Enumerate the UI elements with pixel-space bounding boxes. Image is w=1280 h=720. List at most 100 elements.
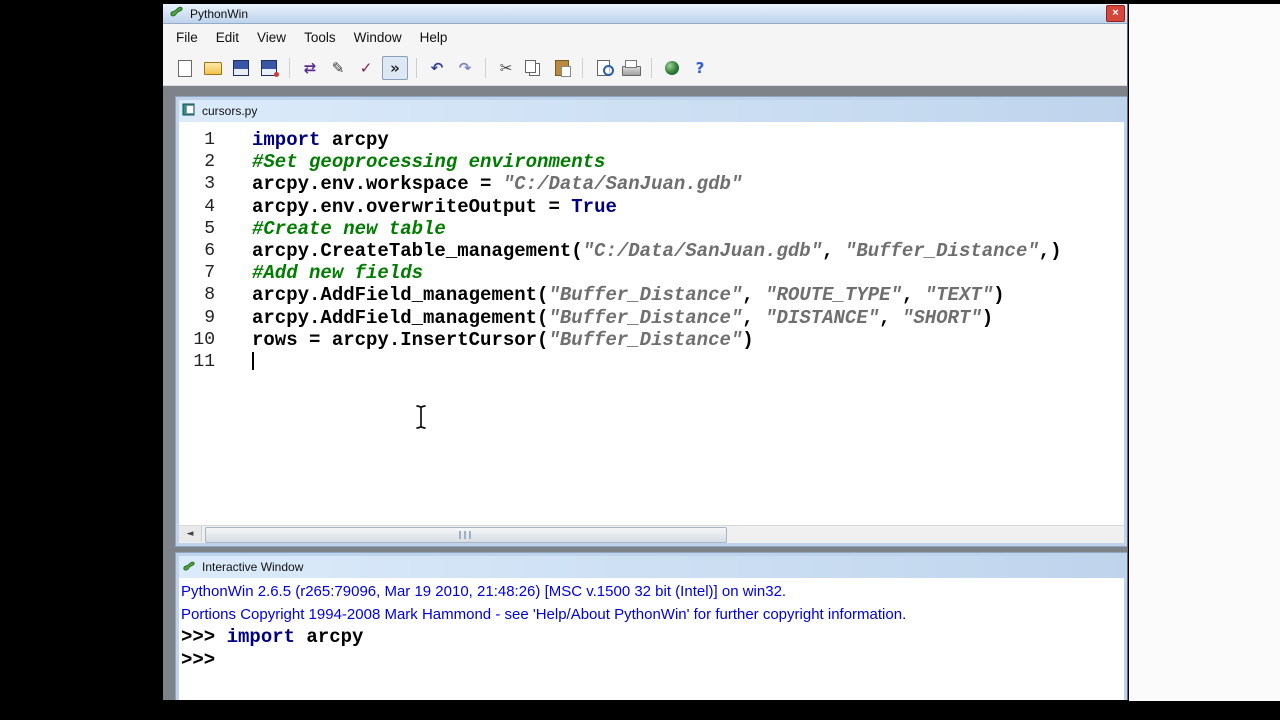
- code-token: True: [571, 195, 617, 218]
- paste-icon[interactable]: [550, 57, 574, 79]
- menu-item-tools[interactable]: Tools: [295, 26, 345, 49]
- toolbar: ⇄ ✎ ✓» ↶ ↷ ✂?: [163, 51, 1127, 86]
- save-icon[interactable]: [229, 57, 253, 79]
- document-icon: [182, 103, 196, 119]
- save-all-icon[interactable]: [257, 57, 281, 79]
- scroll-left-button[interactable]: ◄: [179, 526, 202, 542]
- code-text: arcpy.CreateTable_management("C:/Data/Sa…: [252, 240, 1062, 262]
- menu-item-help[interactable]: Help: [411, 26, 457, 49]
- mdi-area: cursors.py 1 import arcpy 2 #Set geoprocess…: [163, 86, 1127, 700]
- code-token: "Buffer_Distance": [844, 239, 1039, 262]
- code-token: arcpy.AddField_management(: [252, 306, 549, 329]
- code-token: ,: [742, 284, 766, 307]
- open-file-icon[interactable]: [201, 57, 225, 79]
- editor-window[interactable]: cursors.py 1 import arcpy 2 #Set geoprocess…: [176, 97, 1127, 546]
- code-token: arcpy.env.overwriteOutput =: [252, 195, 572, 218]
- code-line[interactable]: 7 #Add new fields: [179, 262, 1124, 284]
- code-line[interactable]: 1 import arcpy: [179, 129, 1124, 151]
- code-line[interactable]: 2 #Set geoprocessing environments: [179, 151, 1124, 173]
- new-file-icon[interactable]: [173, 57, 197, 79]
- prompt-line: >>> import arcpy: [181, 626, 1124, 649]
- horizontal-scrollbar[interactable]: ◄: [179, 525, 1124, 543]
- code-token: ): [981, 306, 994, 329]
- line-number: 4: [204, 196, 215, 217]
- menu-bar: File Edit View Tools Window Help: [163, 24, 1127, 51]
- left-arrow-icon: ◄: [186, 529, 194, 539]
- code-line[interactable]: 5 #Create new table: [179, 218, 1124, 240]
- text-caret: [252, 351, 254, 370]
- code-area[interactable]: 1 import arcpy 2 #Set geoprocessing environ…: [179, 122, 1124, 526]
- ibeam-cursor-icon: [414, 404, 428, 435]
- pythonwin-window: PythonWin × File Edit View Tools Window Help …: [163, 4, 1128, 700]
- web-help-icon[interactable]: [660, 57, 684, 79]
- code-line[interactable]: 10 rows = arcpy.InsertCursor("Buffer_Dist…: [179, 329, 1124, 351]
- line-number: 2: [204, 152, 215, 173]
- run-script-icon[interactable]: ✎: [326, 57, 350, 79]
- code-token: #Set geoprocessing environments: [252, 151, 606, 174]
- menu-item-file[interactable]: File: [167, 26, 207, 49]
- help-icon[interactable]: ?: [688, 57, 712, 79]
- interactive-title: Interactive Window: [202, 560, 304, 574]
- code-token: rows = arcpy.InsertCursor(: [252, 328, 549, 351]
- banner-line: PythonWin 2.6.5 (r265:79096, Mar 19 2010…: [181, 581, 1124, 604]
- code-line[interactable]: 4 arcpy.env.overwriteOutput = True: [179, 196, 1124, 218]
- interactive-titlebar[interactable]: Interactive Window: [179, 556, 1124, 578]
- menu-item-view[interactable]: View: [248, 26, 295, 49]
- code-line[interactable]: 11: [179, 351, 1124, 373]
- editor-titlebar[interactable]: cursors.py: [179, 100, 1124, 122]
- toolbar-separator: [485, 58, 486, 78]
- code-text: arcpy.AddField_management("Buffer_Distan…: [252, 307, 993, 329]
- check-syntax-icon[interactable]: ✓: [354, 57, 378, 79]
- code-text: arcpy.AddField_management("Buffer_Distan…: [252, 284, 1005, 306]
- undo-icon[interactable]: ↶: [425, 57, 449, 79]
- code-token: "C:/Data/SanJuan.gdb": [582, 239, 823, 262]
- menu-item-window[interactable]: Window: [345, 26, 411, 49]
- code-text: #Create new table: [252, 218, 446, 240]
- cut-icon[interactable]: ✂: [494, 57, 518, 79]
- code-text: #Add new fields: [252, 262, 423, 284]
- code-text: rows = arcpy.InsertCursor("Buffer_Distan…: [252, 329, 754, 351]
- code-text: arcpy.env.workspace = "C:/Data/SanJuan.g…: [252, 173, 742, 195]
- line-number: 9: [204, 307, 215, 328]
- print-preview-icon[interactable]: [591, 57, 615, 79]
- app-title: PythonWin: [190, 6, 249, 21]
- line-number: 1: [204, 130, 215, 150]
- code-line[interactable]: 9 arcpy.AddField_management("Buffer_Dista…: [179, 307, 1124, 329]
- redo-icon[interactable]: ↷: [453, 57, 477, 79]
- toolbar-separator: [582, 58, 583, 78]
- code-token: ,: [901, 284, 925, 307]
- toolbar-separator: [416, 58, 417, 78]
- interactive-output[interactable]: PythonWin 2.6.5 (r265:79096, Mar 19 2010…: [179, 578, 1124, 700]
- code-token: arcpy.env.workspace =: [252, 173, 503, 196]
- code-token: ,: [742, 306, 766, 329]
- menu-item-edit[interactable]: Edit: [207, 26, 248, 49]
- code-token: arcpy.AddField_management(: [252, 284, 549, 307]
- scroll-thumb[interactable]: [205, 527, 727, 543]
- code-token: ): [742, 328, 754, 351]
- import-reload-icon[interactable]: ⇄: [298, 57, 322, 79]
- line-number: 11: [193, 351, 215, 372]
- close-button[interactable]: ×: [1106, 5, 1125, 22]
- code-token: ): [993, 284, 1005, 307]
- interactive-toggle-icon[interactable]: »: [382, 56, 408, 80]
- code-token: #Add new fields: [252, 262, 424, 285]
- toolbar-separator: [651, 58, 652, 78]
- code-token: "Buffer_Distance": [548, 284, 743, 307]
- banner-line: Portions Copyright 1994-2008 Mark Hammon…: [181, 604, 1124, 627]
- interactive-window[interactable]: Interactive Window PythonWin 2.6.5 (r265…: [176, 553, 1127, 700]
- line-number: 3: [204, 174, 215, 195]
- editor-title: cursors.py: [202, 104, 258, 118]
- line-number: 10: [193, 329, 215, 350]
- toolbar-separator: [289, 58, 290, 78]
- code-token: ,): [1038, 239, 1062, 262]
- copy-icon[interactable]: [522, 57, 546, 79]
- code-line[interactable]: 3 arcpy.env.workspace = "C:/Data/SanJuan.…: [179, 173, 1124, 195]
- line-number: 7: [204, 263, 215, 284]
- code-line[interactable]: 6 arcpy.CreateTable_management("C:/Data/S…: [179, 240, 1124, 262]
- editor-content[interactable]: 1 import arcpy 2 #Set geoprocessing environ…: [179, 122, 1124, 543]
- title-bar[interactable]: PythonWin ×: [163, 4, 1127, 24]
- output-token: Portions Copyright 1994-2008 Mark Hammon…: [181, 605, 907, 623]
- print-icon[interactable]: [619, 57, 643, 79]
- code-text: import arcpy: [252, 129, 389, 151]
- code-line[interactable]: 8 arcpy.AddField_management("Buffer_Dista…: [179, 284, 1124, 306]
